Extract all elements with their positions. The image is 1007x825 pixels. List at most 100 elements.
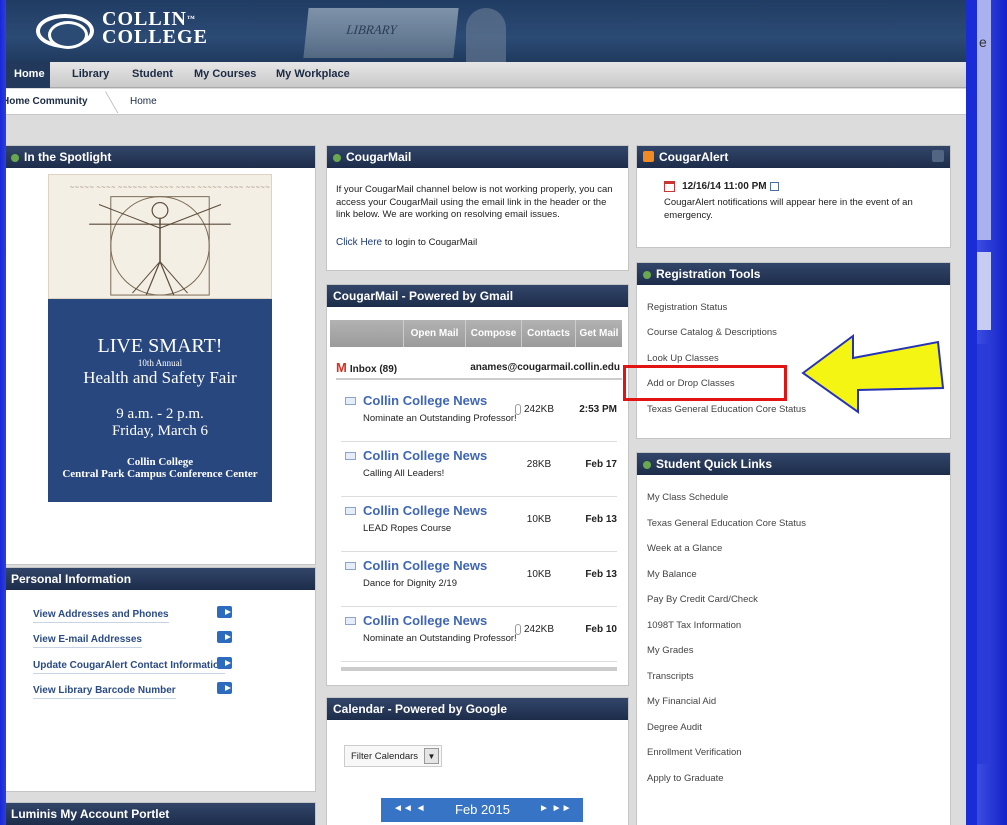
quicklink-item[interactable]: Transcripts <box>647 671 694 682</box>
poster-title: LIVE SMART! <box>97 335 223 357</box>
tab-home[interactable]: Home <box>6 62 50 88</box>
settings-icon[interactable] <box>932 150 944 162</box>
cougarmail-login-line: Click Here to login to CougarMail <box>336 237 478 248</box>
frame-right: e <box>977 0 1007 825</box>
calendar-title: Calendar - Powered by Google <box>327 698 628 720</box>
poster-fair: Health and Safety Fair <box>83 368 237 387</box>
mail-subject: Nominate an Outstanding Professor! <box>363 413 517 424</box>
go-arrow-icon[interactable] <box>217 631 232 643</box>
mail-date: Feb 13 <box>585 569 617 580</box>
mail-from[interactable]: Collin College News <box>363 503 487 518</box>
quicklink-item[interactable]: 1098T Tax Information <box>647 620 741 631</box>
mail-size: 242KB <box>523 404 555 415</box>
svg-text:~~~~~ ~~~~ ~~~~~~ ~~~~~ ~~~~ ~: ~~~~~ ~~~~ ~~~~~~ ~~~~~ ~~~~ ~~~~~ ~~~~ … <box>69 185 270 191</box>
mail-date: Feb 13 <box>585 514 617 525</box>
mail-row[interactable]: Collin College News Nominate an Outstandi… <box>341 390 617 442</box>
tab-my-workplace[interactable]: My Workplace <box>268 62 358 88</box>
highlight-box <box>623 365 787 401</box>
quicklinks-title: Student Quick Links <box>637 453 950 475</box>
link-library-barcode[interactable]: View Library Barcode Number <box>33 685 176 699</box>
filter-calendars-select[interactable]: Filter Calendars ▼ <box>344 745 442 767</box>
mail-row[interactable]: Collin College News Dance for Dignity 2/1… <box>341 555 617 607</box>
inbox-count[interactable]: Inbox (89) <box>350 364 397 375</box>
link-view-addresses[interactable]: View Addresses and Phones <box>33 609 169 623</box>
quicklink-item[interactable]: My Grades <box>647 645 693 656</box>
rss-icon[interactable] <box>643 151 654 163</box>
quicklink-item[interactable]: Apply to Graduate <box>647 773 724 784</box>
cougarmail-notice: If your CougarMail channel below is not … <box>336 184 613 220</box>
mail-row[interactable]: Collin College News Nominate an Outstandi… <box>341 610 617 662</box>
quicklink-item[interactable]: Week at a Glance <box>647 543 722 554</box>
quicklink-item[interactable]: My Balance <box>647 569 697 580</box>
alert-text: CougarAlert notifications will appear he… <box>664 197 913 221</box>
health-fair-poster[interactable]: LIVE SMART! 10th Annual Health and Safet… <box>48 299 272 502</box>
quicklink-item[interactable]: Degree Audit <box>647 722 702 733</box>
calendar-month-label: Feb 2015 <box>455 802 510 817</box>
open-mail-button[interactable]: Open Mail <box>403 320 465 347</box>
mail-date: Feb 17 <box>585 459 617 470</box>
tab-library[interactable]: Library <box>64 62 117 88</box>
link-registration-status[interactable]: Registration Status <box>647 302 727 313</box>
link-update-cougaralert[interactable]: Update CougarAlert Contact Information <box>33 660 226 674</box>
spotlight-title: In the Spotlight <box>6 146 315 168</box>
mail-from[interactable]: Collin College News <box>363 448 487 463</box>
tab-student[interactable]: Student <box>124 62 181 88</box>
mail-subject: Calling All Leaders! <box>363 468 445 479</box>
quicklink-item[interactable]: Texas General Education Core Status <box>647 518 806 529</box>
poster-location: Central Park Campus Conference Center <box>62 468 258 480</box>
envelope-icon <box>345 507 356 515</box>
gmail-toolbar: Open Mail Compose Contacts Get Mail <box>330 320 622 347</box>
mail-date: 2:53 PM <box>579 404 617 415</box>
quicklink-item[interactable]: My Class Schedule <box>647 492 728 503</box>
link-view-email[interactable]: View E-mail Addresses <box>33 634 142 648</box>
calendar-icon <box>664 180 675 192</box>
go-arrow-icon[interactable] <box>217 606 232 618</box>
go-arrow-icon[interactable] <box>217 657 232 669</box>
mail-list-scroll[interactable] <box>341 667 617 671</box>
logo-text[interactable]: COLLIN™ COLLEGE <box>102 9 208 47</box>
contacts-button[interactable]: Contacts <box>521 320 575 347</box>
mail-from[interactable]: Collin College News <box>363 558 487 573</box>
personal-info-portlet: Personal Information View Addresses and … <box>6 567 316 792</box>
inbox-row: M Inbox (89) anames@cougarmail.collin.ed… <box>336 360 622 380</box>
go-arrow-icon[interactable] <box>217 682 232 694</box>
link-core-status[interactable]: Texas General Education Core Status <box>647 404 806 415</box>
link-look-up-classes[interactable]: Look Up Classes <box>647 353 719 364</box>
luminis-portlet: Luminis My Account Portlet <box>6 802 316 825</box>
info-icon[interactable] <box>769 181 779 191</box>
luminis-title: Luminis My Account Portlet <box>6 803 315 825</box>
next-month-button[interactable]: ► ►► <box>539 803 571 814</box>
mail-row[interactable]: Collin College News LEAD Ropes Course 10KB… <box>341 500 617 552</box>
poster-day: Friday, March 6 <box>111 423 209 439</box>
envelope-icon <box>345 617 356 625</box>
quicklink-item[interactable]: Pay By Credit Card/Check <box>647 594 758 605</box>
mail-row[interactable]: Collin College News Calling All Leaders! 2… <box>341 445 617 497</box>
breadcrumb-community[interactable]: Home Community <box>6 89 88 115</box>
alert-date-row: 12/16/14 11:00 PM <box>664 180 779 192</box>
gmail-icon: M <box>336 360 347 375</box>
quicklink-item[interactable]: Enrollment Verification <box>647 747 742 758</box>
quicklink-item[interactable]: My Financial Aid <box>647 696 716 707</box>
mail-from[interactable]: Collin College News <box>363 613 487 628</box>
personal-info-title: Personal Information <box>6 568 315 590</box>
mail-subject: Dance for Dignity 2/19 <box>363 578 457 589</box>
poster-time: 9 a.m. - 2 p.m. <box>116 406 204 422</box>
prev-month-button[interactable]: ◄◄ ◄ <box>393 803 425 814</box>
vitruvian-image: ~~~~~ ~~~~ ~~~~~~ ~~~~~ ~~~~ ~~~~~ ~~~~ … <box>48 174 272 299</box>
compose-button[interactable]: Compose <box>465 320 521 347</box>
click-here-link[interactable]: Click Here <box>336 237 382 248</box>
mail-size: 10KB <box>526 569 552 580</box>
portlet-icon <box>643 460 651 469</box>
mail-from[interactable]: Collin College News <box>363 393 487 408</box>
mail-size: 10KB <box>526 514 552 525</box>
breadcrumb-separator <box>87 91 119 113</box>
pointing-arrow-icon <box>801 334 945 414</box>
quicklinks-portlet: Student Quick Links My Class Schedule Tex… <box>636 452 951 825</box>
collin-logo-icon[interactable] <box>36 14 94 49</box>
site-header: COLLIN™ COLLEGE LIBRARY <box>6 0 966 62</box>
get-mail-button[interactable]: Get Mail <box>575 320 622 347</box>
envelope-icon <box>345 562 356 570</box>
link-course-catalog[interactable]: Course Catalog & Descriptions <box>647 327 777 338</box>
tab-my-courses[interactable]: My Courses <box>186 62 264 88</box>
cougaralert-portlet: CougarAlert 12/16/14 11:00 PM CougarAler… <box>636 145 951 248</box>
